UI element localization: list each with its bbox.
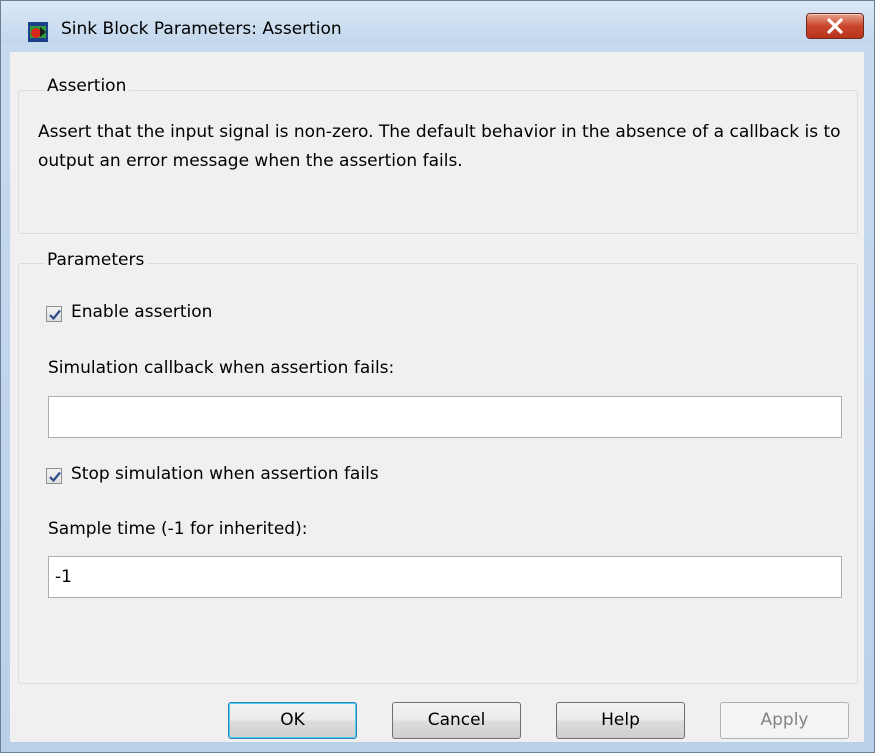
callback-input[interactable] <box>48 396 842 438</box>
ok-button[interactable]: OK <box>228 702 357 739</box>
close-button[interactable] <box>806 13 864 39</box>
checkmark-icon <box>49 309 61 321</box>
assertion-group-legend: Assertion <box>44 76 130 96</box>
sample-time-label: Sample time (-1 for inherited): <box>48 519 308 539</box>
enable-assertion-label[interactable]: Enable assertion <box>71 302 212 322</box>
window-title: Sink Block Parameters: Assertion <box>61 19 342 39</box>
block-description: Assert that the input signal is non-zero… <box>38 122 841 171</box>
dialog-client-area: Assertion Assert that the input signal i… <box>10 52 864 742</box>
checkmark-icon <box>49 471 61 483</box>
sample-time-input[interactable]: -1 <box>48 556 842 598</box>
parameters-group-legend: Parameters <box>44 250 148 270</box>
title-bar[interactable]: Sink Block Parameters: Assertion <box>1 1 874 43</box>
stop-simulation-box[interactable] <box>46 468 62 484</box>
enable-assertion-box[interactable] <box>46 306 62 322</box>
help-button[interactable]: Help <box>556 702 685 739</box>
simulink-block-icon <box>27 21 49 43</box>
stop-simulation-label[interactable]: Stop simulation when assertion fails <box>71 464 379 484</box>
dialog-window: Sink Block Parameters: Assertion Asserti… <box>0 0 875 753</box>
apply-button[interactable]: Apply <box>720 702 849 739</box>
cancel-button[interactable]: Cancel <box>392 702 521 739</box>
callback-label: Simulation callback when assertion fails… <box>48 358 395 378</box>
